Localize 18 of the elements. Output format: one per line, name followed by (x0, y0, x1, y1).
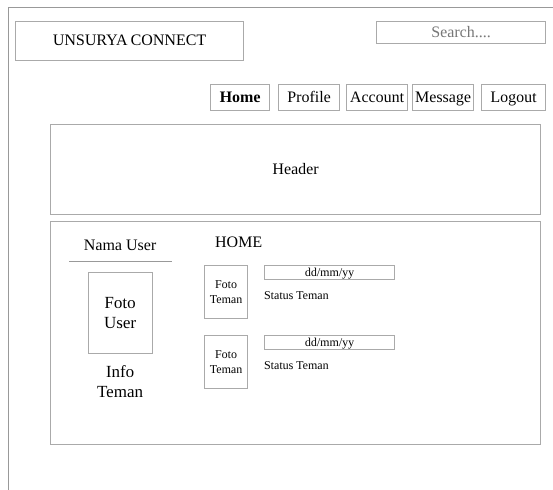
page-title: HOME (215, 234, 264, 252)
nav-tab[interactable]: Profile (278, 84, 340, 111)
friend-photo: Foto Teman (204, 335, 248, 389)
nav-tab[interactable]: Logout (481, 84, 546, 111)
user-photo: Foto User (88, 272, 152, 354)
friend-status: Status Teman (264, 288, 330, 302)
friend-info: Info Teman (96, 362, 144, 402)
date-field: dd/mm/yy (264, 335, 395, 350)
search-field[interactable]: Search.... (376, 21, 546, 44)
date-field: dd/mm/yy (264, 265, 395, 280)
friend-status: Status Teman (264, 358, 330, 372)
user-name: Nama User (68, 234, 172, 262)
nav-tab[interactable]: Message (412, 84, 474, 111)
friend-photo: Foto Teman (204, 265, 248, 319)
nav-tab[interactable]: Home (210, 84, 270, 111)
logo: UNSURYA CONNECT (15, 21, 244, 61)
nav-tab[interactable]: Account (346, 84, 408, 111)
header-label: Header (272, 160, 319, 180)
